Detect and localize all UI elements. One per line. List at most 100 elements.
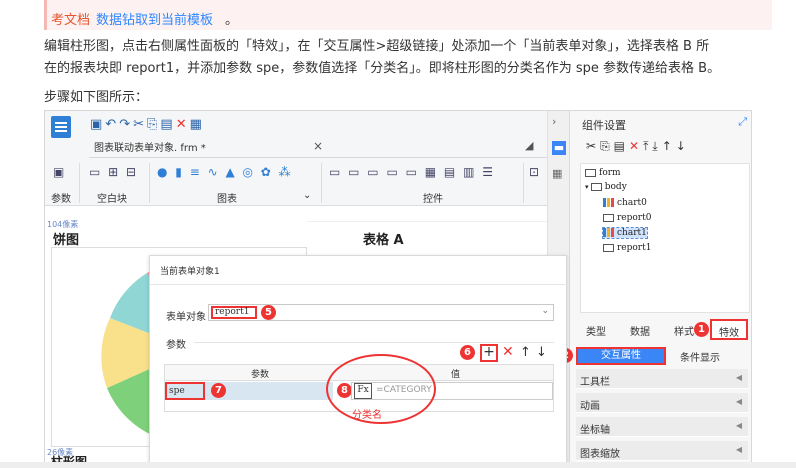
delete-icon[interactable]: ✕ xyxy=(176,117,190,132)
subtab-condition[interactable]: 条件显示 xyxy=(680,349,720,364)
delete-param-icon[interactable]: ✕ xyxy=(502,344,514,360)
param-table-toolbar: 6 + ✕ ↑ ↓ xyxy=(460,344,554,362)
tab-effects[interactable]: 特效 xyxy=(710,319,748,340)
move-top-icon[interactable]: ⤒ xyxy=(643,139,652,153)
panel-title: 组件设置 xyxy=(582,119,626,132)
tree-node-chart1[interactable]: chart1 xyxy=(602,227,648,239)
table-a-title: 表格 A xyxy=(363,233,404,248)
close-icon[interactable]: × xyxy=(313,139,323,153)
widget-tree: form ▾ body chart0 report0 chart1 report… xyxy=(580,163,750,313)
cut-icon[interactable]: ✂ xyxy=(586,139,600,153)
report-icon xyxy=(603,243,614,252)
form-object-select[interactable]: report1 5 ⌄ xyxy=(208,304,554,321)
param-name-cell[interactable]: spe 7 xyxy=(165,382,333,400)
ribbon: ▣ 参数 ▭ ⊞ ⊟ 空白块 ● ▮ ≡ ∿ ▲ ◎ ✿ ⁂ 图表 ⌄ ▭ ▭ … xyxy=(45,161,547,205)
chart-icon xyxy=(603,228,614,237)
tree-node-report0[interactable]: report0 xyxy=(603,213,651,223)
delete-icon[interactable]: ✕ xyxy=(629,139,643,153)
paste-icon[interactable]: ▤ xyxy=(160,117,175,132)
move-bottom-icon[interactable]: ⤓ xyxy=(652,139,661,153)
pie-chart-title: 饼图 xyxy=(53,233,80,248)
tree-node-report1[interactable]: report1 xyxy=(603,243,651,253)
step-badge-1: 1 xyxy=(694,322,709,337)
app-logo-icon xyxy=(51,116,71,138)
chevron-right-icon[interactable]: › xyxy=(552,115,556,128)
designer-screenshot: ▣↶↷✂⎘▤✕▦ 图表联动表单对象. frm * × ◢ ▣ 参数 ▭ ⊞ ⊟ … xyxy=(44,110,752,468)
designer-toolbar: ▣↶↷✂⎘▤✕▦ 图表联动表单对象. frm * × ◢ ▣ 参数 ▭ ⊞ ⊟ … xyxy=(45,111,547,206)
section-zoom[interactable]: 图表缩放 ◀ xyxy=(576,441,748,461)
column-header-param: 参数 xyxy=(251,370,270,380)
property-tabs: 类型 数据 样式 1 特效 xyxy=(570,319,751,341)
divider xyxy=(194,342,554,343)
more-icon[interactable]: ⊡ xyxy=(529,165,541,179)
chevron-down-icon[interactable]: ⌄ xyxy=(541,306,549,316)
tree-node-form[interactable]: form xyxy=(585,168,621,178)
pin-icon[interactable]: ⤢ xyxy=(738,115,747,129)
tip-link[interactable]: 数据钻取到当前模板 xyxy=(96,9,213,28)
expand-icon: ◀ xyxy=(735,397,742,406)
ribbon-divider xyxy=(321,163,322,203)
section-axis[interactable]: 坐标轴 ◀ xyxy=(576,417,748,437)
undo-icon[interactable]: ↶ xyxy=(105,117,119,132)
file-tab[interactable]: 图表联动表单对象. frm * xyxy=(94,139,206,154)
blank-block-icons[interactable]: ▭ ⊞ ⊟ xyxy=(89,165,138,179)
tab-data[interactable]: 数据 xyxy=(630,323,650,338)
tab-type[interactable]: 类型 xyxy=(586,323,606,338)
property-panel: 组件设置 ⤢ ✂⎘▤✕⤒⤓↑↓ form ▾ body chart0 repor… xyxy=(558,111,751,467)
file-tab-row: 图表联动表单对象. frm * × ◢ xyxy=(89,136,547,158)
tab-style[interactable]: 样式 xyxy=(674,323,694,338)
subtab-interaction[interactable]: 交互属性 xyxy=(576,347,666,365)
bottom-edge xyxy=(0,462,796,468)
grid-line xyxy=(307,221,547,222)
divider xyxy=(150,284,568,285)
param-name-value: spe xyxy=(165,382,205,400)
step-badge-5: 5 xyxy=(261,305,276,320)
save-icon[interactable]: ▣ xyxy=(90,117,105,132)
ribbon-divider xyxy=(149,163,150,203)
move-up-icon[interactable]: ↑ xyxy=(520,345,531,360)
add-param-button[interactable]: + xyxy=(480,344,498,362)
section-animation[interactable]: 动画 ◀ xyxy=(576,393,748,413)
redo-icon[interactable]: ↷ xyxy=(119,117,133,132)
form-icon xyxy=(585,168,596,177)
cut-icon[interactable]: ✂ xyxy=(133,117,147,132)
quick-toolbar: ▣↶↷✂⎘▤✕▦ xyxy=(90,117,205,132)
effects-subtabs: 2 交互属性 条件显示 xyxy=(558,347,750,365)
move-down-icon[interactable]: ↓ xyxy=(536,345,547,360)
paragraph-steps-intro: 步骤如下图所示： xyxy=(44,90,149,105)
panel-toolbar: ✂⎘▤✕⤒⤓↑↓ xyxy=(586,139,690,154)
parameters-label: 参数 xyxy=(166,340,186,351)
tip-bar: 考文档 数据钻取到当前模板 。 xyxy=(44,0,772,30)
tree-node-chart0[interactable]: chart0 xyxy=(603,198,647,208)
expand-icon: ◀ xyxy=(735,421,742,430)
chart-type-icons[interactable]: ● ▮ ≡ ∿ ▲ ◎ ✿ ⁂ xyxy=(157,165,293,179)
expand-icon: ◀ xyxy=(735,373,742,382)
tab-menu-icon[interactable]: ◢ xyxy=(525,139,533,152)
step-badge-7: 7 xyxy=(211,383,226,398)
tree-node-body[interactable]: ▾ body xyxy=(585,182,627,192)
ribbon-divider xyxy=(79,163,80,203)
widget-icons[interactable]: ▭ ▭ ▭ ▭ ▭ ▦ ▤ ▥ ☰ xyxy=(329,165,495,179)
layout-icon[interactable]: ▦ xyxy=(190,117,205,132)
current-form-object-dialog: 当前表单对象1 表单对象 report1 5 ⌄ 参数 6 + ✕ ↑ ↓ 参数… xyxy=(149,255,568,467)
paste-icon[interactable]: ▤ xyxy=(614,139,629,153)
copy-icon[interactable]: ⎘ xyxy=(600,139,614,153)
paragraph-line-1: 编辑柱形图，点击右侧属性面板的「特效」，在「交互属性>超级链接」处添加一个「当前… xyxy=(44,39,710,54)
chevron-down-icon[interactable]: ⌄ xyxy=(303,190,311,201)
section-toolbar[interactable]: 工具栏 ◀ xyxy=(576,369,748,389)
copy-icon[interactable]: ⎘ xyxy=(147,117,160,132)
column-header-value: 值 xyxy=(451,370,461,380)
param-icon[interactable]: ▣ xyxy=(53,165,66,179)
component-settings-icon[interactable]: ▬ xyxy=(552,141,566,155)
move-up-icon[interactable]: ↑ xyxy=(662,139,676,153)
ribbon-group-widget: 控件 xyxy=(423,194,443,205)
step-badge-6: 6 xyxy=(460,345,475,360)
expand-icon: ◀ xyxy=(735,445,742,454)
body-icon xyxy=(590,182,602,191)
category-name-note: 分类名 xyxy=(352,410,382,421)
move-down-icon[interactable]: ↓ xyxy=(676,139,690,153)
ribbon-divider xyxy=(523,163,524,203)
paragraph-line-2: 在的报表块即 report1，并添加参数 spe，参数值选择「分类名」。即将柱形… xyxy=(44,61,721,76)
layout-settings-icon[interactable]: ▦ xyxy=(552,167,562,180)
tip-suffix: 。 xyxy=(225,13,239,28)
